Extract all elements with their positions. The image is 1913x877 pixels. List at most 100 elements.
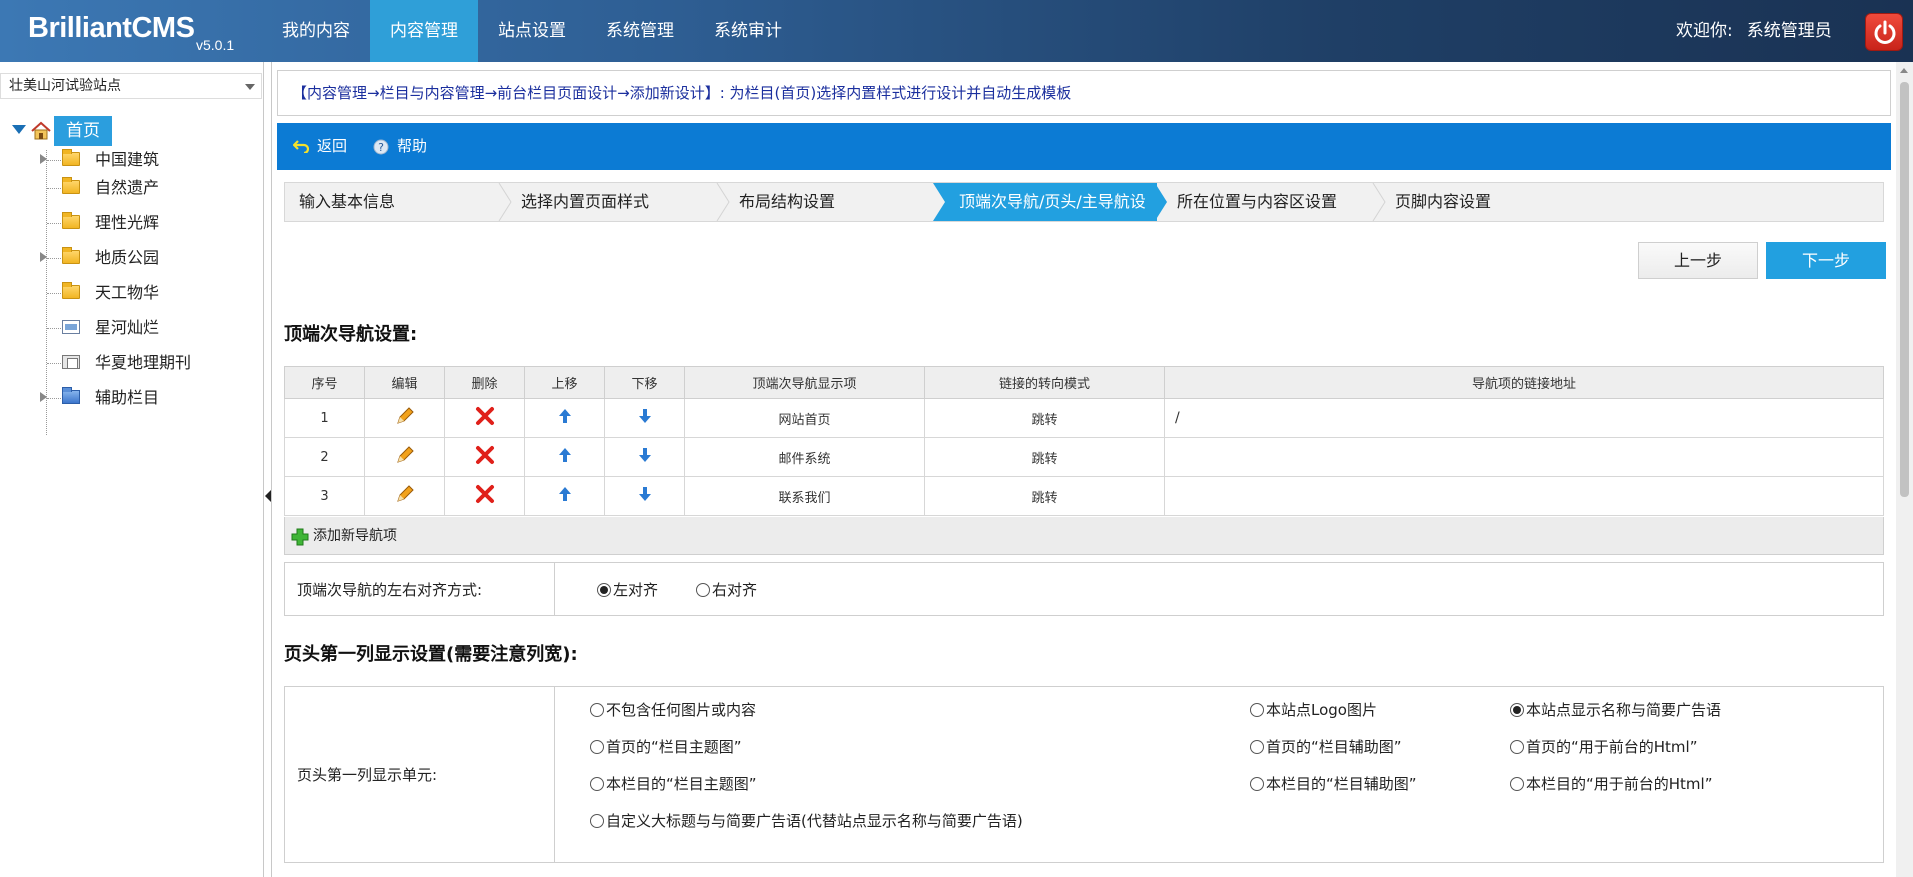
folder-icon (62, 282, 80, 299)
col-move-up: 上移 (524, 366, 605, 399)
table-row: 1 网站首页 跳转 / (284, 398, 1884, 438)
help-button[interactable]: ? 帮助 (373, 123, 427, 170)
tree-root[interactable]: 首页 (12, 116, 152, 146)
edit-pencil-icon[interactable] (395, 406, 415, 426)
radio-checked-icon (597, 583, 611, 597)
col-move-down: 下移 (604, 366, 685, 399)
opt-none-radio[interactable]: 不包含任何图片或内容 (590, 699, 756, 721)
table-row: 2 邮件系统 跳转 (284, 437, 1884, 477)
align-label: 顶端次导航的左右对齐方式: (285, 563, 555, 615)
home-icon (31, 121, 51, 140)
header-column-setting: 页头第一列显示单元: 不包含任何图片或内容 本站点Logo图片 本站点显示名称与… (284, 686, 1884, 863)
site-select[interactable]: 壮美山河试验站点 (0, 73, 262, 99)
collapse-arrow-icon[interactable] (265, 490, 271, 502)
tree-item-natural-heritage[interactable]: 自然遗产 (40, 174, 260, 202)
back-button[interactable]: 返回 (293, 123, 347, 170)
opt-column-aux-image-radio[interactable]: 本栏目的“栏目辅助图” (1250, 773, 1417, 795)
breadcrumb: 【内容管理→栏目与内容管理→前台栏目页面设计→添加新设计】: 为栏目(首页)选择… (277, 70, 1891, 116)
col-link-url: 导航项的链接地址 (1164, 366, 1884, 399)
svg-text:?: ? (378, 141, 384, 154)
nav-system-audit[interactable]: 系统审计 (694, 0, 802, 62)
expand-icon[interactable] (40, 392, 47, 402)
tree-root-label[interactable]: 首页 (54, 116, 112, 146)
chevron-down-icon (245, 84, 255, 90)
top-bar: BrilliantCMS v5.0.1 我的内容 内容管理 站点设置 系统管理 … (0, 0, 1913, 62)
move-down-icon[interactable] (637, 447, 653, 463)
plus-icon (291, 528, 309, 546)
welcome: 欢迎你: 系统管理员 (1676, 0, 1846, 62)
nav-system-management[interactable]: 系统管理 (586, 0, 694, 62)
move-down-icon[interactable] (637, 408, 653, 424)
tree-item-auxiliary[interactable]: 辅助栏目 (40, 384, 260, 412)
main-content: 【内容管理→栏目与内容管理→前台栏目页面设计→添加新设计】: 为栏目(首页)选择… (276, 62, 1896, 877)
page-icon (62, 320, 80, 334)
tree-item-china-architecture[interactable]: 中国建筑 (40, 146, 260, 174)
tree-item-geopark[interactable]: 地质公园 (40, 244, 260, 272)
nav-content-management[interactable]: 内容管理 (370, 0, 478, 62)
nav-site-settings[interactable]: 站点设置 (478, 0, 586, 62)
folder-icon (62, 212, 80, 229)
tree-item-tiangong[interactable]: 天工物华 (40, 279, 260, 307)
vertical-scrollbar[interactable] (1896, 62, 1913, 877)
version-label: v5.0.1 (196, 37, 235, 53)
expand-arrow-icon[interactable] (12, 125, 26, 134)
table-row: 3 联系我们 跳转 (284, 476, 1884, 516)
move-up-icon[interactable] (557, 447, 573, 463)
toolbar: 返回 ? 帮助 (277, 123, 1891, 170)
opt-home-theme-image-radio[interactable]: 首页的“栏目主题图” (590, 736, 742, 758)
blue-folder-icon (62, 387, 80, 404)
logo: BrilliantCMS (28, 12, 195, 44)
align-left-radio[interactable]: 左对齐 (597, 579, 658, 601)
col-link-mode: 链接的转向模式 (924, 366, 1165, 399)
sidebar-splitter[interactable] (264, 62, 272, 877)
opt-logo-radio[interactable]: 本站点Logo图片 (1250, 699, 1377, 721)
opt-column-html-radio[interactable]: 本栏目的“用于前台的Html” (1510, 773, 1712, 795)
delete-icon[interactable] (475, 406, 495, 426)
expand-icon[interactable] (40, 154, 47, 164)
tree-item-geography-journal[interactable]: 华夏地理期刊 (40, 349, 260, 377)
scroll-thumb[interactable] (1900, 82, 1909, 497)
move-up-icon[interactable] (557, 408, 573, 424)
col-no: 序号 (284, 366, 365, 399)
edit-pencil-icon[interactable] (395, 484, 415, 504)
edit-pencil-icon[interactable] (395, 445, 415, 465)
header-column-label: 页头第一列显示单元: (285, 687, 555, 862)
tree-item-galaxy[interactable]: 星河灿烂 (40, 314, 260, 342)
sidebar: 壮美山河试验站点 首页 中国建筑 自然遗产 理性光辉 地质公园 天工物华 星河灿… (0, 62, 264, 877)
next-step-button[interactable]: 下一步 (1766, 242, 1886, 279)
opt-column-theme-image-radio[interactable]: 本栏目的“栏目主题图” (590, 773, 757, 795)
col-display-item: 顶端次导航显示项 (684, 366, 925, 399)
opt-custom-title-radio[interactable]: 自定义大标题与与简要广告语(代替站点显示名称与简要广告语) (590, 810, 1023, 832)
top-nav-table: 序号 编辑 删除 上移 下移 顶端次导航显示项 链接的转向模式 导航项的链接地址… (284, 366, 1884, 516)
user-name: 系统管理员 (1746, 21, 1832, 41)
welcome-label: 欢迎你: (1676, 21, 1733, 41)
add-nav-item-button[interactable]: 添加新导航项 (284, 517, 1884, 555)
folder-icon (62, 149, 80, 166)
opt-site-name-radio[interactable]: 本站点显示名称与简要广告语 (1510, 699, 1721, 721)
expand-icon[interactable] (40, 252, 47, 262)
move-up-icon[interactable] (557, 486, 573, 502)
col-delete: 删除 (444, 366, 525, 399)
radio-icon (696, 583, 710, 597)
delete-icon[interactable] (475, 445, 495, 465)
book-icon (62, 355, 80, 369)
col-edit: 编辑 (364, 366, 445, 399)
move-down-icon[interactable] (637, 486, 653, 502)
main-nav: 我的内容 内容管理 站点设置 系统管理 系统审计 (262, 0, 802, 62)
delete-icon[interactable] (475, 484, 495, 504)
tree-item-rational-glory[interactable]: 理性光辉 (40, 209, 260, 237)
nav-my-content[interactable]: 我的内容 (262, 0, 370, 62)
power-icon (1874, 20, 1896, 44)
prev-step-button[interactable]: 上一步 (1638, 242, 1758, 279)
logout-button[interactable] (1865, 13, 1903, 51)
folder-icon (62, 177, 80, 194)
step-separators (498, 183, 1386, 221)
opt-home-html-radio[interactable]: 首页的“用于前台的Html” (1510, 736, 1697, 758)
section-title-top-nav: 顶端次导航设置: (284, 324, 418, 345)
scroll-up-icon[interactable] (1900, 68, 1908, 73)
section-title-header-column: 页头第一列显示设置(需要注意列宽): (284, 644, 578, 665)
opt-home-aux-image-radio[interactable]: 首页的“栏目辅助图” (1250, 736, 1402, 758)
align-setting: 顶端次导航的左右对齐方式: 左对齐 右对齐 (284, 562, 1884, 616)
align-right-radio[interactable]: 右对齐 (696, 579, 757, 601)
wizard-steps: 输入基本信息 选择内置页面样式 布局结构设置 顶端次导航/页头/主导航设置 所在… (284, 182, 1884, 249)
